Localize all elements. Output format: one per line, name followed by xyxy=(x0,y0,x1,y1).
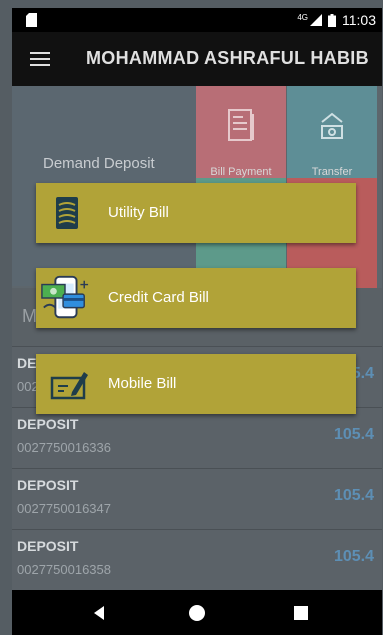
clock-time: 11:03 xyxy=(342,12,376,28)
hamburger-menu-icon[interactable] xyxy=(30,52,50,66)
account-type: DEPOSIT xyxy=(17,416,79,432)
status-right: 4G 11:03 xyxy=(297,11,376,29)
mobile-bill-label: Mobile Bill xyxy=(108,375,177,392)
utility-bill-label: Utility Bill xyxy=(108,204,169,221)
account-type: DEPOSIT xyxy=(17,477,79,493)
mobile-bill-icon xyxy=(50,372,88,400)
app-screen: 4G 11:03 MOHAMMAD ASHRAFUL HABIB Demand … xyxy=(0,0,383,635)
list-item[interactable]: DEPOSIT 0027750016347 105.4 xyxy=(12,468,382,529)
account-amount: 105.4 xyxy=(333,548,374,565)
back-icon[interactable] xyxy=(88,602,110,624)
list-item[interactable]: DEPOSIT 0027750016336 105.4 xyxy=(12,407,382,468)
battery-icon xyxy=(328,13,336,27)
account-type: DEPOSIT xyxy=(17,538,79,554)
tile-transfer[interactable]: Transfer xyxy=(287,86,377,178)
network-type-label: 4G xyxy=(297,12,308,22)
dashboard-content: Demand Deposit Bill Payment Transfer M D… xyxy=(12,86,382,590)
credit-card-bill-button[interactable]: Credit Card Bill xyxy=(36,268,356,328)
credit-card-bill-label: Credit Card Bill xyxy=(108,289,209,306)
account-amount: 105.4 xyxy=(333,487,374,504)
mobile-bill-button[interactable]: Mobile Bill xyxy=(36,354,356,414)
account-amount: 105.4 xyxy=(333,426,374,443)
account-number: 0027750016336 xyxy=(17,440,111,455)
tile-transfer-label: Transfer xyxy=(311,166,353,178)
utility-bill-icon xyxy=(56,197,78,229)
utility-bill-button[interactable]: Utility Bill xyxy=(36,183,356,243)
tile-bill-payment[interactable]: Bill Payment xyxy=(196,86,286,178)
account-number: 0027750016358 xyxy=(17,562,111,577)
status-bar: 4G 11:03 xyxy=(12,8,382,32)
sd-card-icon xyxy=(26,13,37,27)
list-item[interactable]: DEPOSIT 0027750016358 105.4 xyxy=(12,529,382,590)
app-title: MOHAMMAD ASHRAFUL HABIB xyxy=(86,48,369,68)
credit-card-icon xyxy=(41,275,89,319)
app-bar: MOHAMMAD ASHRAFUL HABIB xyxy=(12,32,382,86)
accounts-header-letter: M xyxy=(22,306,37,326)
signal-icon xyxy=(310,14,322,26)
tile-bill-payment-label: Bill Payment xyxy=(210,166,272,178)
demand-deposit-label: Demand Deposit xyxy=(43,155,155,172)
account-type: DE xyxy=(17,355,37,371)
transfer-icon xyxy=(321,112,343,139)
system-nav-bar xyxy=(12,590,382,635)
home-icon[interactable] xyxy=(186,602,208,624)
recent-apps-icon[interactable] xyxy=(290,602,312,624)
account-number: 0027750016347 xyxy=(17,501,111,516)
bill-icon xyxy=(228,109,254,141)
